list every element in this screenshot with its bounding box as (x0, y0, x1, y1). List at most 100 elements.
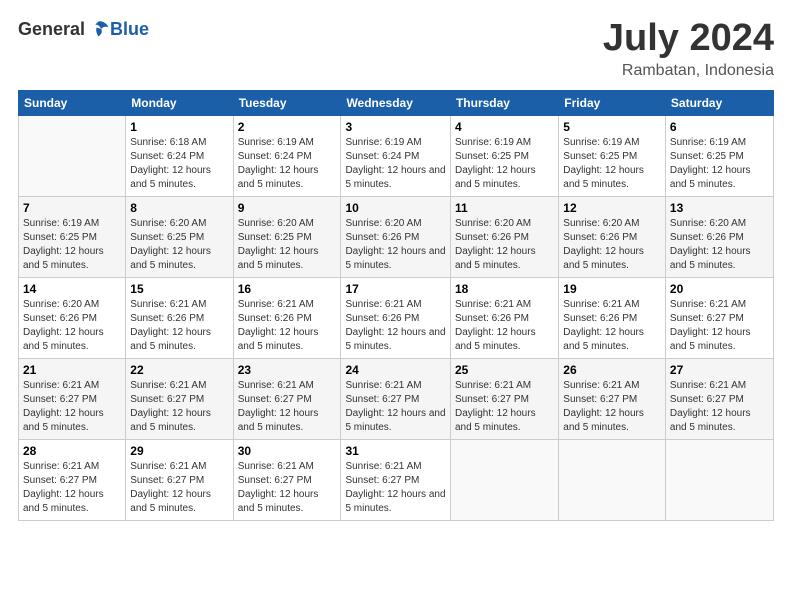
day-info: Sunrise: 6:19 AMSunset: 6:25 PMDaylight:… (455, 136, 554, 192)
day-number: 24 (345, 363, 446, 377)
weekday-header-friday: Friday (559, 90, 666, 115)
calendar-cell: 7Sunrise: 6:19 AMSunset: 6:25 PMDaylight… (19, 196, 126, 277)
day-number: 20 (670, 282, 769, 296)
day-info: Sunrise: 6:21 AMSunset: 6:27 PMDaylight:… (130, 379, 228, 435)
day-number: 5 (563, 120, 661, 134)
calendar-cell: 20 Sunrise: 6:21 AMSunset: 6:27 PMDayligh… (665, 277, 773, 358)
day-info: Sunrise: 6:20 AMSunset: 6:26 PMDaylight:… (345, 217, 446, 273)
calendar-cell: 18 Sunrise: 6:21 AMSunset: 6:26 PMDayligh… (450, 277, 558, 358)
logo-blue-text: Blue (110, 19, 149, 40)
day-number: 23 (238, 363, 337, 377)
calendar-cell: 2 Sunrise: 6:19 AMSunset: 6:24 PMDaylight… (233, 115, 341, 196)
day-number: 19 (563, 282, 661, 296)
day-info: Sunrise: 6:21 AMSunset: 6:27 PMDaylight:… (670, 298, 769, 354)
day-number: 21 (23, 363, 121, 377)
day-info: Sunrise: 6:20 AMSunset: 6:26 PMDaylight:… (23, 298, 121, 354)
day-number: 10 (345, 201, 446, 215)
day-info: Sunrise: 6:21 AMSunset: 6:27 PMDaylight:… (345, 379, 446, 435)
day-info: Sunrise: 6:21 AMSunset: 6:26 PMDaylight:… (345, 298, 446, 354)
calendar-cell: 31 Sunrise: 6:21 AMSunset: 6:27 PMDayligh… (341, 439, 451, 520)
day-number: 16 (238, 282, 337, 296)
calendar-cell: 1 Sunrise: 6:18 AMSunset: 6:24 PMDaylight… (126, 115, 233, 196)
calendar-cell: 11 Sunrise: 6:20 AMSunset: 6:26 PMDayligh… (450, 196, 558, 277)
day-info: Sunrise: 6:21 AMSunset: 6:27 PMDaylight:… (345, 460, 446, 516)
day-info: Sunrise: 6:19 AMSunset: 6:24 PMDaylight:… (345, 136, 446, 192)
calendar-cell: 10 Sunrise: 6:20 AMSunset: 6:26 PMDayligh… (341, 196, 451, 277)
day-number: 27 (670, 363, 769, 377)
weekday-header-wednesday: Wednesday (341, 90, 451, 115)
day-number: 9 (238, 201, 337, 215)
calendar-cell: 26Sunrise: 6:21 AMSunset: 6:27 PMDayligh… (559, 358, 666, 439)
day-number: 4 (455, 120, 554, 134)
logo-bird-icon (88, 18, 110, 40)
day-number: 14 (23, 282, 121, 296)
day-info: Sunrise: 6:20 AMSunset: 6:26 PMDaylight:… (670, 217, 769, 273)
day-info: Sunrise: 6:20 AMSunset: 6:26 PMDaylight:… (455, 217, 554, 273)
calendar-cell: 24 Sunrise: 6:21 AMSunset: 6:27 PMDayligh… (341, 358, 451, 439)
calendar-cell: 30Sunrise: 6:21 AMSunset: 6:27 PMDayligh… (233, 439, 341, 520)
day-number: 6 (670, 120, 769, 134)
day-info: Sunrise: 6:20 AMSunset: 6:26 PMDaylight:… (563, 217, 661, 273)
weekday-header-saturday: Saturday (665, 90, 773, 115)
title-block: July 2024 Rambatan, Indonesia (603, 18, 774, 80)
calendar-title: July 2024 (603, 18, 774, 60)
day-info: Sunrise: 6:21 AMSunset: 6:27 PMDaylight:… (238, 379, 337, 435)
day-info: Sunrise: 6:18 AMSunset: 6:24 PMDaylight:… (130, 136, 228, 192)
day-number: 17 (345, 282, 446, 296)
day-number: 8 (130, 201, 228, 215)
calendar-cell (19, 115, 126, 196)
day-number: 2 (238, 120, 337, 134)
day-number: 11 (455, 201, 554, 215)
calendar-cell: 22 Sunrise: 6:21 AMSunset: 6:27 PMDayligh… (126, 358, 233, 439)
day-info: Sunrise: 6:21 AMSunset: 6:27 PMDaylight:… (23, 460, 121, 516)
calendar-table: SundayMondayTuesdayWednesdayThursdayFrid… (18, 90, 774, 521)
header: General Blue July 2024 Rambatan, Indones… (18, 18, 774, 80)
day-info: Sunrise: 6:20 AMSunset: 6:25 PMDaylight:… (130, 217, 228, 273)
day-info: Sunrise: 6:21 AMSunset: 6:27 PMDaylight:… (23, 379, 121, 435)
calendar-cell: 29 Sunrise: 6:21 AMSunset: 6:27 PMDayligh… (126, 439, 233, 520)
day-number: 3 (345, 120, 446, 134)
calendar-cell: 16 Sunrise: 6:21 AMSunset: 6:26 PMDayligh… (233, 277, 341, 358)
calendar-cell: 23 Sunrise: 6:21 AMSunset: 6:27 PMDayligh… (233, 358, 341, 439)
weekday-header-monday: Monday (126, 90, 233, 115)
day-info: Sunrise: 6:19 AMSunset: 6:25 PMDaylight:… (670, 136, 769, 192)
calendar-subtitle: Rambatan, Indonesia (603, 62, 774, 80)
page: General Blue July 2024 Rambatan, Indones… (0, 0, 792, 612)
day-number: 31 (345, 444, 446, 458)
calendar-cell: 3 Sunrise: 6:19 AMSunset: 6:24 PMDaylight… (341, 115, 451, 196)
calendar-cell: 21 Sunrise: 6:21 AMSunset: 6:27 PMDayligh… (19, 358, 126, 439)
calendar-cell: 8 Sunrise: 6:20 AMSunset: 6:25 PMDaylight… (126, 196, 233, 277)
day-info: Sunrise: 6:21 AMSunset: 6:26 PMDaylight:… (238, 298, 337, 354)
day-info: Sunrise: 6:21 AMSunset: 6:27 PMDaylight:… (238, 460, 337, 516)
day-info: Sunrise: 6:20 AMSunset: 6:25 PMDaylight:… (238, 217, 337, 273)
day-number: 7 (23, 201, 121, 215)
day-info: Sunrise: 6:21 AMSunset: 6:26 PMDaylight:… (130, 298, 228, 354)
calendar-cell: 28Sunrise: 6:21 AMSunset: 6:27 PMDayligh… (19, 439, 126, 520)
day-info: Sunrise: 6:21 AMSunset: 6:26 PMDaylight:… (455, 298, 554, 354)
day-info: Sunrise: 6:21 AMSunset: 6:27 PMDaylight:… (563, 379, 661, 435)
calendar-cell: 5 Sunrise: 6:19 AMSunset: 6:25 PMDaylight… (559, 115, 666, 196)
day-number: 1 (130, 120, 228, 134)
calendar-cell: 4 Sunrise: 6:19 AMSunset: 6:25 PMDaylight… (450, 115, 558, 196)
weekday-header-tuesday: Tuesday (233, 90, 341, 115)
day-number: 22 (130, 363, 228, 377)
day-info: Sunrise: 6:19 AMSunset: 6:24 PMDaylight:… (238, 136, 337, 192)
calendar-cell: 6 Sunrise: 6:19 AMSunset: 6:25 PMDaylight… (665, 115, 773, 196)
day-info: Sunrise: 6:19 AMSunset: 6:25 PMDaylight:… (563, 136, 661, 192)
day-number: 18 (455, 282, 554, 296)
weekday-header-sunday: Sunday (19, 90, 126, 115)
day-number: 29 (130, 444, 228, 458)
calendar-cell: 13Sunrise: 6:20 AMSunset: 6:26 PMDayligh… (665, 196, 773, 277)
day-number: 15 (130, 282, 228, 296)
weekday-header-thursday: Thursday (450, 90, 558, 115)
day-info: Sunrise: 6:21 AMSunset: 6:27 PMDaylight:… (670, 379, 769, 435)
calendar-cell: 9 Sunrise: 6:20 AMSunset: 6:25 PMDaylight… (233, 196, 341, 277)
logo: General Blue (18, 18, 149, 40)
calendar-cell: 14 Sunrise: 6:20 AMSunset: 6:26 PMDayligh… (19, 277, 126, 358)
calendar-cell: 17 Sunrise: 6:21 AMSunset: 6:26 PMDayligh… (341, 277, 451, 358)
day-info: Sunrise: 6:21 AMSunset: 6:27 PMDaylight:… (130, 460, 228, 516)
day-info: Sunrise: 6:21 AMSunset: 6:26 PMDaylight:… (563, 298, 661, 354)
day-number: 12 (563, 201, 661, 215)
calendar-cell (450, 439, 558, 520)
calendar-cell (559, 439, 666, 520)
